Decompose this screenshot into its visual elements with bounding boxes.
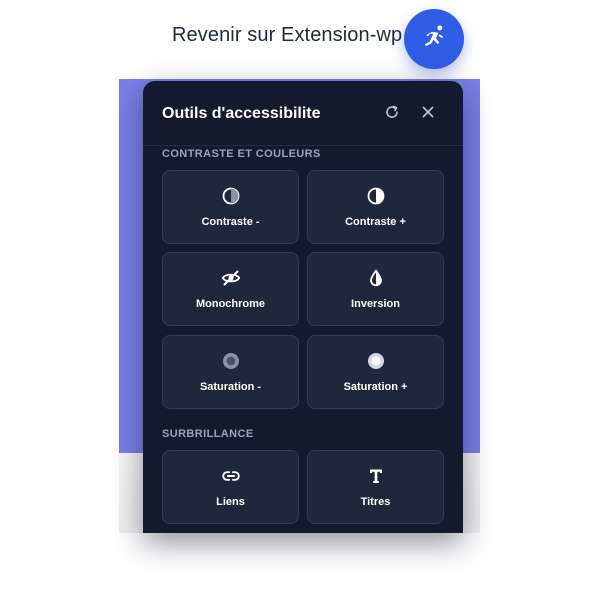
close-icon: [420, 104, 436, 125]
section-label-contrast: CONTRASTE ET COULEURS: [162, 148, 321, 160]
tile-label: Inversion: [351, 298, 400, 310]
tile-label: Liens: [216, 496, 245, 508]
tile-label: Saturation -: [199, 381, 262, 393]
inversion-button[interactable]: Inversion: [307, 252, 444, 326]
tile-label: Titres: [360, 496, 391, 508]
panel-title: Outils d'accessibilite: [162, 105, 321, 122]
saturation-minus-icon: [163, 350, 298, 372]
tile-label: Contraste -: [201, 216, 260, 228]
headings-button[interactable]: Titres: [307, 450, 444, 524]
reset-button[interactable]: [380, 102, 404, 126]
saturation-plus-icon: [308, 350, 443, 372]
contrast-minus-icon: [163, 185, 298, 207]
accessibility-toggle-button[interactable]: [404, 9, 464, 69]
contrast-minus-button[interactable]: Contraste -: [162, 170, 299, 244]
accessibility-panel: Outils d'accessibilite CONTRASTE ET COUL…: [143, 81, 463, 533]
heading-icon: [308, 465, 443, 487]
tile-label: Contraste +: [345, 216, 406, 228]
saturation-minus-button[interactable]: Saturation -: [162, 335, 299, 409]
monochrome-button[interactable]: Monochrome: [162, 252, 299, 326]
refresh-icon: [384, 104, 400, 125]
page: Revenir sur Extension-wp Outils d'access…: [0, 0, 600, 600]
contrast-plus-icon: [308, 185, 443, 207]
close-button[interactable]: [416, 102, 440, 126]
drop-icon: [308, 267, 443, 289]
panel-header: Outils d'accessibilite: [143, 81, 463, 146]
tile-label: Saturation +: [343, 381, 408, 393]
contrast-plus-button[interactable]: Contraste +: [307, 170, 444, 244]
section-label-highlight: SURBRILLANCE: [162, 428, 254, 440]
back-link[interactable]: Revenir sur Extension-wp: [172, 24, 402, 47]
saturation-plus-button[interactable]: Saturation +: [307, 335, 444, 409]
link-icon: [163, 465, 298, 487]
links-button[interactable]: Liens: [162, 450, 299, 524]
tile-label: Monochrome: [195, 298, 266, 310]
accessibility-person-icon: [420, 23, 448, 56]
eye-slash-icon: [163, 267, 298, 289]
